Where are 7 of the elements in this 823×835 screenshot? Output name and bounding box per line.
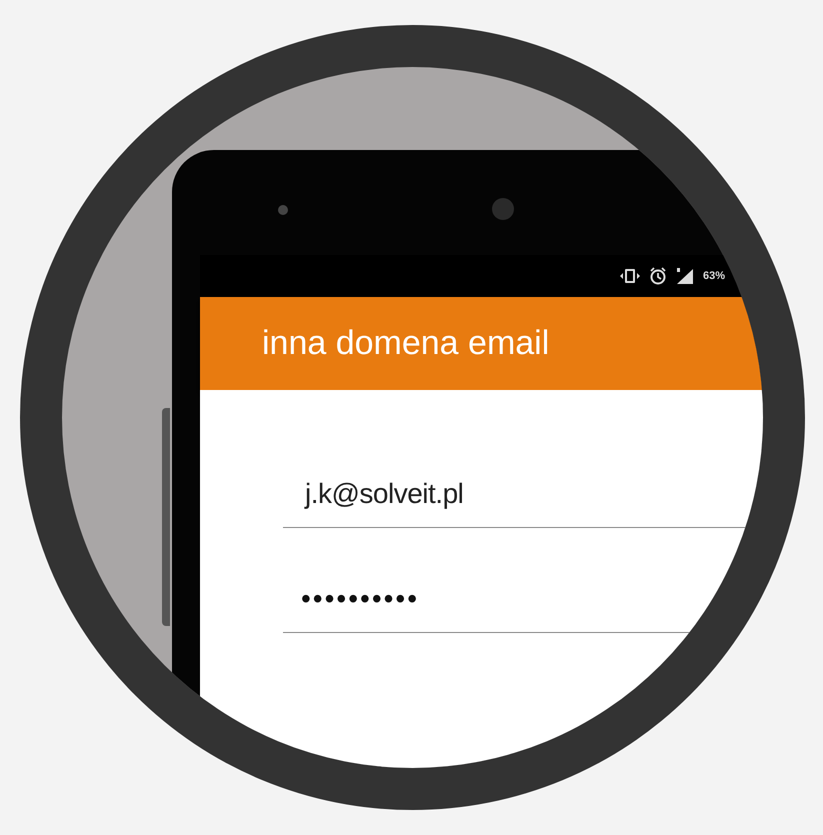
battery-text: 63% [702,268,725,284]
email-field[interactable]: j.k@solveit.pl [283,473,753,528]
vibrate-icon [618,268,641,284]
signal-icon [674,267,695,285]
password-field[interactable]: •••••••••• [283,578,763,633]
app-bar-title: inna domena email [262,323,550,364]
alarm-icon [648,267,667,285]
